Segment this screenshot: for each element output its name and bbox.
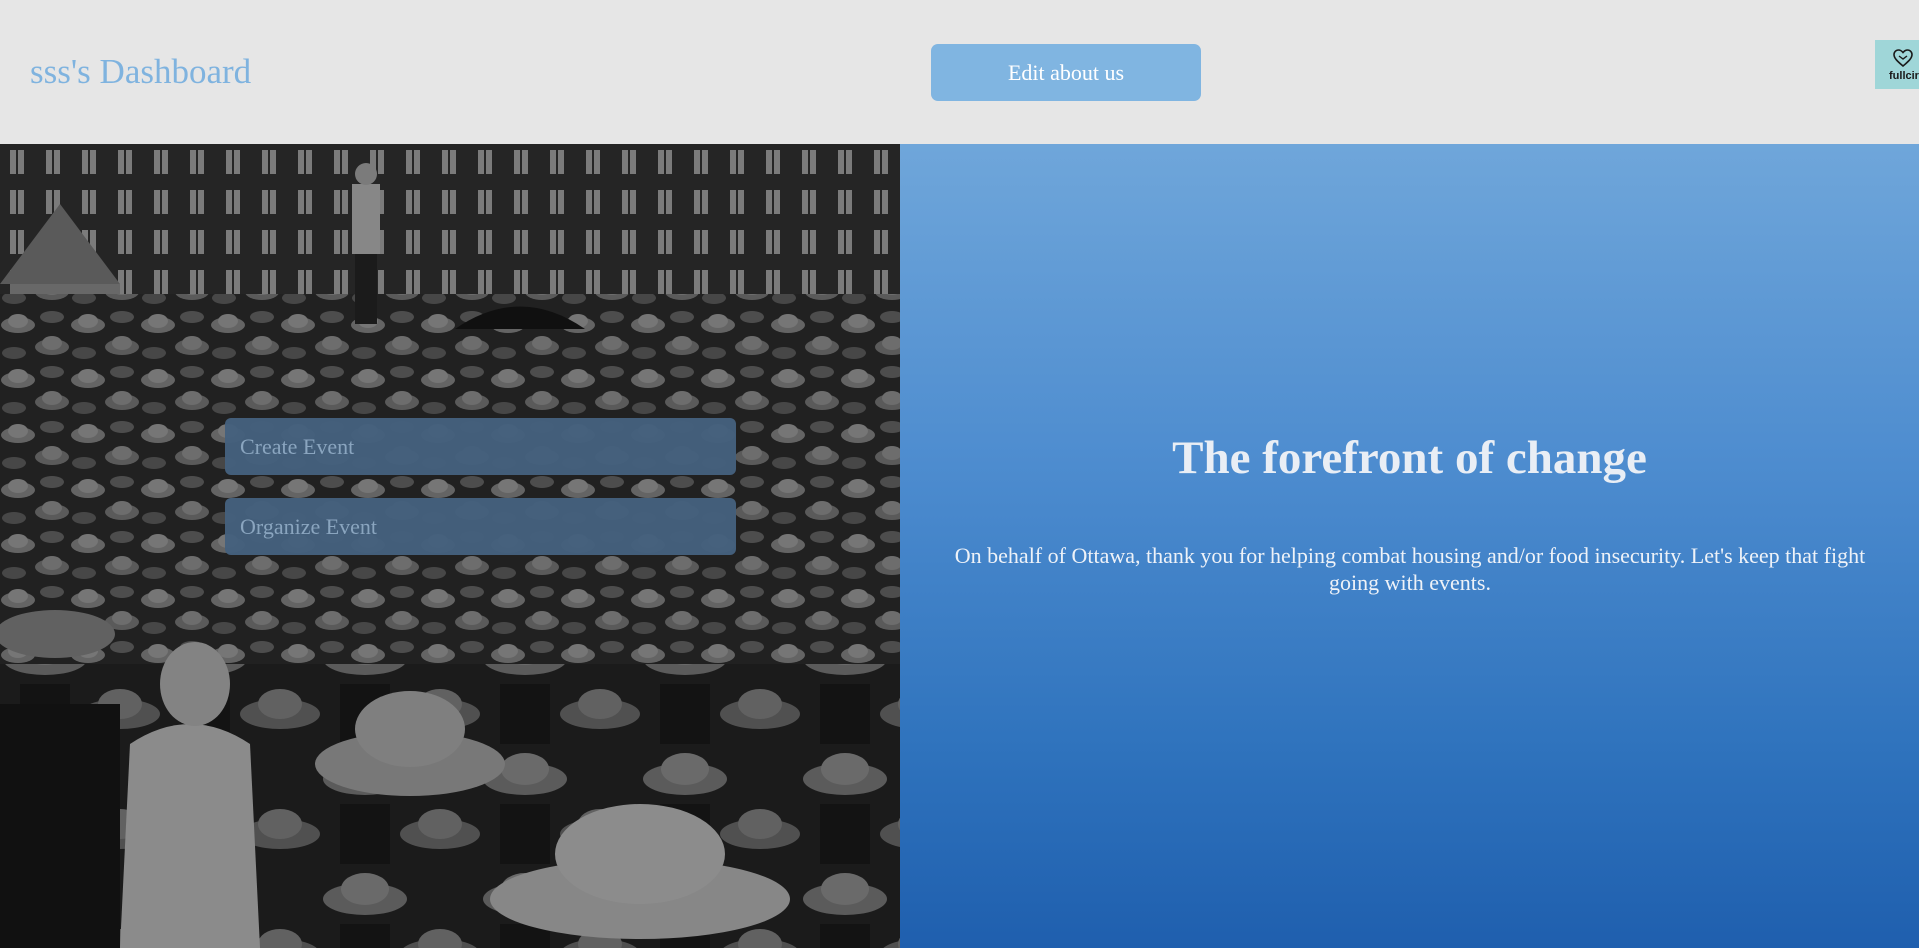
dashboard-title: sss's Dashboard [30, 52, 252, 91]
hands-heart-icon [1893, 49, 1913, 68]
edit-about-us-button[interactable]: Edit about us [931, 44, 1201, 101]
hero-headline: The forefront of change [1172, 432, 1647, 484]
organize-event-button[interactable]: Organize Event [225, 498, 736, 555]
hero-message-panel: The forefront of change On behalf of Ott… [900, 144, 1919, 948]
create-event-button[interactable]: Create Event [225, 418, 736, 475]
hero-crowd-image-panel: Create Event Organize Event [0, 144, 900, 948]
hero-message: On behalf of Ottawa, thank you for helpi… [954, 543, 1866, 595]
top-navigation-bar: sss's Dashboard Edit about us fullcir [0, 0, 1919, 144]
logo[interactable]: fullcir [1875, 40, 1919, 89]
logo-text: fullcir [1889, 70, 1919, 82]
